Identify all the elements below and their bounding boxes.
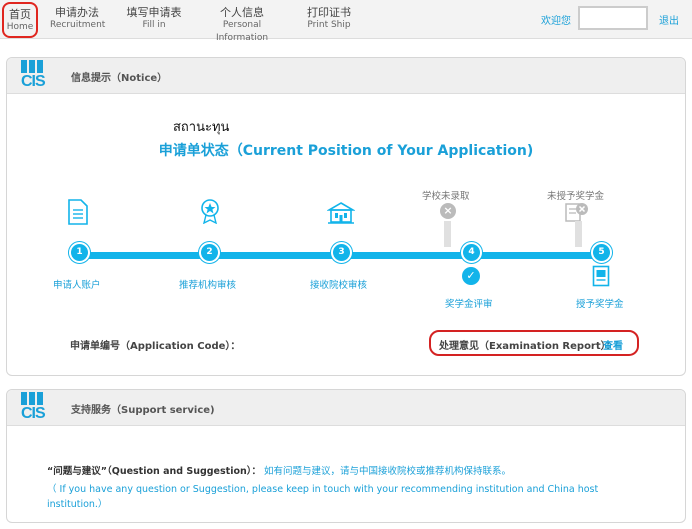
notice-title: 信息提示（Notice） [71, 73, 168, 84]
nav-print-en: Print Ship [307, 20, 351, 30]
document-icon [68, 199, 88, 225]
nav-fillin-cn: 填写申请表 [126, 6, 182, 19]
notice-panel: CIS 信息提示（Notice） สถานะทุน 申请单状态（Current … [6, 57, 686, 376]
nav-recruitment-cn: 申请办法 [55, 6, 99, 19]
nav-print-cn: 打印证书 [307, 6, 351, 19]
support-panel: CIS 支持服务（Support service) “问题与建议”（Questi… [6, 389, 686, 523]
nav-home-cn: 首页 [9, 8, 31, 21]
nav-personal[interactable]: 个人信息 Personal Information [210, 6, 274, 45]
top-nav: 首页 Home 申请办法 Recruitment 填写申请表 Fill in 个… [0, 0, 692, 43]
support-title: 支持服务（Support service) [71, 405, 215, 416]
exam-report-label: 处理意见（Examination Report）： [439, 341, 616, 352]
rejected-x-icon: × [440, 203, 456, 219]
step-1-label: 申请人账户 [53, 280, 101, 291]
step-4-dot: 4 [461, 242, 482, 263]
step-2-label: 推荐机构审核 [179, 280, 237, 291]
certificate-rejected-icon [565, 203, 588, 222]
check-icon: ✓ [462, 267, 480, 285]
step4-rejected-label: 学校未录取 [422, 191, 470, 202]
notice-panel-header: CIS 信息提示（Notice） [7, 58, 685, 94]
step-4-label: 奖学金评审 [445, 299, 493, 310]
cis-logo: CIS [21, 392, 55, 424]
branch-connector [444, 221, 451, 247]
qa-english-text: （ If you have any question or Suggestion… [47, 484, 599, 510]
nav-recruitment-en: Recruitment [50, 20, 106, 30]
welcome-text: 欢迎您 [541, 16, 571, 27]
nav-home[interactable]: 首页 Home [2, 2, 38, 38]
step-3-label: 接收院校审核 [310, 280, 368, 291]
certificate-icon [592, 265, 610, 287]
qa-label: “问题与建议”（Question and Suggestion）： [47, 466, 261, 477]
username-box[interactable] [578, 6, 648, 30]
step-5-label: 授予奖学金 [576, 299, 624, 310]
support-panel-header: CIS 支持服务（Support service) [7, 390, 685, 426]
step-3-dot: 3 [331, 242, 352, 263]
step-5-dot: 5 [591, 242, 612, 263]
branch-connector [575, 221, 582, 247]
nav-personal-en: Personal Information [215, 20, 269, 43]
step-1-dot: 1 [69, 242, 90, 263]
nav-personal-cn: 个人信息 [220, 6, 264, 19]
application-status-title: 申请单状态（Current Position of Your Applicati… [158, 143, 534, 159]
nav-recruitment[interactable]: 申请办法 Recruitment [50, 6, 106, 32]
logout-link[interactable]: 退出 [659, 12, 679, 27]
view-exam-report-link[interactable]: 查看 [603, 337, 623, 352]
cis-logo: CIS [21, 60, 55, 92]
step-2-dot: 2 [199, 242, 220, 263]
nav-fillin-en: Fill in [142, 20, 166, 30]
overlay-annotation: สถานะทุน [173, 120, 230, 135]
nav-fillin[interactable]: 填写申请表 Fill in [123, 6, 185, 32]
school-building-icon [327, 202, 355, 224]
step5-not-awarded-label: 未授予奖学金 [547, 191, 605, 202]
award-medal-icon [201, 199, 219, 224]
qa-chinese-text: 如有问题与建议，请与中国接收院校或推荐机构保持联系。 [264, 466, 512, 477]
application-code-label: 申请单编号（Application Code）： [70, 341, 241, 352]
nav-home-en: Home [6, 22, 34, 32]
qa-line: “问题与建议”（Question and Suggestion）： 如有问题与建… [47, 463, 511, 477]
nav-print[interactable]: 打印证书 Print Ship [300, 6, 358, 32]
